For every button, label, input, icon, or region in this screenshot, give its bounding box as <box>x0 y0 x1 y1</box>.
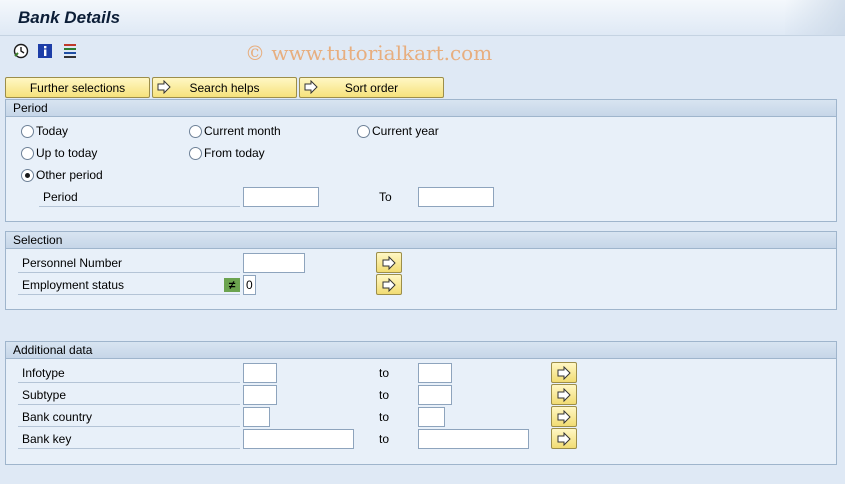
radio-button[interactable] <box>189 146 202 160</box>
period-label: Period <box>39 187 240 207</box>
employment-status-label: Employment status <box>18 275 240 295</box>
subtype-to-label: to <box>379 388 390 402</box>
bank-key-to-label: to <box>379 432 390 446</box>
sort-order-label: Sort order <box>344 80 399 95</box>
radio-button[interactable] <box>21 146 34 160</box>
search-helps-button[interactable]: Search helps <box>152 77 297 98</box>
search-helps-label: Search helps <box>189 80 260 95</box>
page-title: Bank Details <box>18 8 121 27</box>
info-icon[interactable] <box>37 43 53 59</box>
execute-clock-icon[interactable] <box>13 43 29 59</box>
selection-group-header: Selection <box>6 232 836 249</box>
infotype-to-input[interactable] <box>418 363 452 383</box>
further-selections-label: Further selections <box>29 80 126 95</box>
arrow-right-icon <box>304 79 318 97</box>
bank-country-to-input[interactable] <box>418 407 445 427</box>
radio-other-period[interactable]: Other period <box>21 168 103 182</box>
radio-button[interactable] <box>189 124 202 138</box>
title-decoration <box>785 0 845 36</box>
radio-current-month[interactable]: Current month <box>189 124 281 138</box>
radio-button[interactable] <box>21 124 34 138</box>
arrow-right-icon <box>557 365 571 380</box>
multiple-selection-button[interactable] <box>551 384 577 405</box>
personnel-number-label: Personnel Number <box>18 253 240 273</box>
multiple-selection-button[interactable] <box>551 428 577 449</box>
radio-button[interactable] <box>357 124 370 138</box>
period-from-input[interactable] <box>243 187 319 207</box>
radio-current-year-label: Current year <box>372 124 439 138</box>
period-to-input[interactable] <box>418 187 494 207</box>
bank-key-label: Bank key <box>18 429 240 449</box>
further-selections-button[interactable]: Further selections <box>5 77 150 98</box>
radio-up-to-today[interactable]: Up to today <box>21 146 97 160</box>
subtype-label: Subtype <box>18 385 240 405</box>
radio-current-year[interactable]: Current year <box>357 124 439 138</box>
period-to-label: To <box>379 190 392 204</box>
selection-options-icon[interactable] <box>62 43 78 59</box>
bank-key-to-input[interactable] <box>418 429 529 449</box>
radio-today-label: Today <box>36 124 69 138</box>
watermark: © www.tutorialkart.com <box>245 41 493 65</box>
radio-other-period-label: Other period <box>36 168 103 182</box>
arrow-right-icon <box>382 277 396 292</box>
multiple-selection-button[interactable] <box>376 274 402 295</box>
multiple-selection-button[interactable] <box>551 406 577 427</box>
infotype-from-input[interactable] <box>243 363 277 383</box>
radio-button-selected[interactable] <box>21 168 34 182</box>
bank-key-from-input[interactable] <box>243 429 354 449</box>
radio-today[interactable]: Today <box>21 124 68 138</box>
bank-country-from-input[interactable] <box>243 407 270 427</box>
arrow-right-icon <box>557 387 571 402</box>
not-equal-icon[interactable]: ≠ <box>224 278 240 292</box>
personnel-number-input[interactable] <box>243 253 305 273</box>
infotype-label: Infotype <box>18 363 240 383</box>
radio-up-to-today-label: Up to today <box>36 146 98 160</box>
additional-data-group-header: Additional data <box>6 342 836 359</box>
arrow-right-icon <box>557 409 571 424</box>
radio-from-today[interactable]: From today <box>189 146 265 160</box>
subtype-to-input[interactable] <box>418 385 452 405</box>
bank-country-label: Bank country <box>18 407 240 427</box>
subtype-from-input[interactable] <box>243 385 277 405</box>
arrow-right-icon <box>382 255 396 270</box>
period-group-header: Period <box>6 100 836 117</box>
arrow-right-icon <box>557 431 571 446</box>
multiple-selection-button[interactable] <box>376 252 402 273</box>
multiple-selection-button[interactable] <box>551 362 577 383</box>
employment-status-input[interactable]: 0 <box>243 275 256 295</box>
radio-from-today-label: From today <box>204 146 265 160</box>
infotype-to-label: to <box>379 366 390 380</box>
arrow-right-icon <box>157 79 171 97</box>
radio-current-month-label: Current month <box>204 124 281 138</box>
sort-order-button[interactable]: Sort order <box>299 77 444 98</box>
bank-country-to-label: to <box>379 410 390 424</box>
title-bar: Bank Details <box>0 0 845 36</box>
